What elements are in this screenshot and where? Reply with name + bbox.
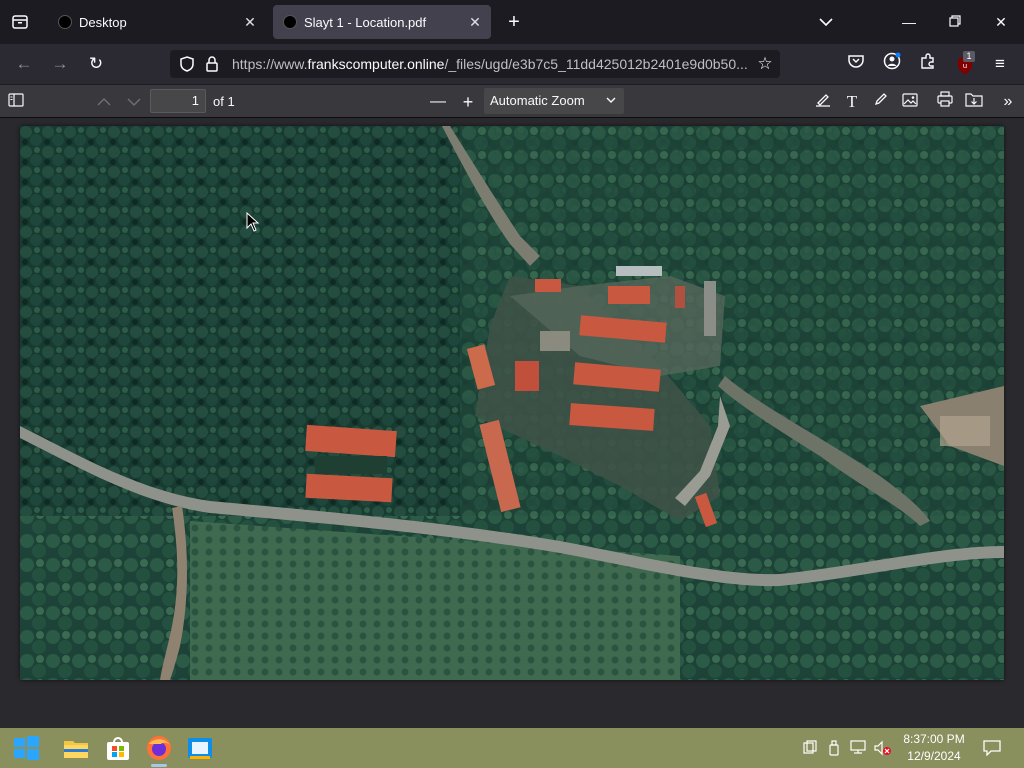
firefox-icon[interactable] [145,734,173,767]
print-icon[interactable] [933,90,957,114]
previous-page-button[interactable] [92,90,116,114]
svg-text:u: u [963,62,967,70]
ublock-extension-icon[interactable]: u 1 [954,51,976,76]
zoom-select-value: Automatic Zoom [490,93,585,108]
text-tool-icon[interactable]: T [840,90,864,114]
tracking-protection-shield-icon[interactable] [178,55,196,73]
pdf-favicon-icon [283,15,297,29]
mouse-cursor-icon [246,211,260,232]
aerial-photo-graphic [20,126,1004,680]
desktop-favicon-icon [58,15,72,29]
url-text[interactable]: https://www.frankscomputer.online/_files… [232,56,748,72]
forward-button[interactable]: → [48,52,72,76]
microsoft-store-icon[interactable] [104,734,132,762]
bookmark-star-icon[interactable]: ☆ [753,52,777,76]
tab-desktop[interactable]: Desktop ✕ [48,5,266,39]
sidebar-toggle-icon[interactable] [4,90,28,114]
clock-date: 12/9/2024 [907,749,961,763]
page-count-label: of 1 [213,94,235,109]
tab-list-icon[interactable] [10,12,30,32]
teamviewer-icon[interactable] [186,734,214,762]
close-window-button[interactable]: ✕ [987,8,1015,36]
new-tab-button[interactable]: + [500,8,528,36]
pocket-icon[interactable] [844,52,868,76]
next-page-button[interactable] [122,90,146,114]
pdf-page-aerial-map-image [20,126,1004,680]
extension-badge: 1 [963,51,975,62]
back-button[interactable]: ← [12,52,36,76]
extensions-puzzle-icon[interactable] [916,52,940,76]
clock-time: 8:37:00 PM [903,732,965,746]
url-domain: frankscomputer.online [307,56,445,72]
tab-title: Slayt 1 - Location.pdf [304,14,427,30]
zoom-in-button[interactable]: + [456,90,480,114]
minimize-button[interactable]: — [895,8,923,36]
network-icon[interactable] [850,740,866,756]
url-prefix: https://www. [232,56,308,72]
lock-icon[interactable] [204,55,220,73]
file-explorer-icon[interactable] [62,734,90,762]
windows-start-icon[interactable] [12,734,40,762]
pdf-viewer[interactable] [0,118,1024,728]
zoom-out-button[interactable]: — [426,90,450,114]
pdf-toolbar: 1 of 1 — + Automatic Zoom T » [0,84,1024,118]
page-number-input[interactable]: 1 [150,89,206,113]
windows-taskbar: 8:37:00 PM 12/9/2024 [0,728,1024,768]
chevron-down-icon [606,88,616,114]
save-download-icon[interactable] [962,90,986,114]
app-menu-hamburger-icon[interactable]: ≡ [988,52,1012,76]
image-tool-icon[interactable] [898,90,922,114]
url-path: /_files/ugd/e3b7c5_11dd425012b2401e9d0b5… [444,56,748,72]
url-bar[interactable]: https://www.frankscomputer.online/_files… [170,50,780,78]
zoom-select[interactable]: Automatic Zoom [484,88,624,114]
list-all-tabs-button[interactable] [812,8,840,36]
close-tab-icon[interactable]: ✕ [242,14,258,30]
active-app-indicator [151,764,167,767]
account-icon[interactable] [880,52,904,76]
volume-muted-icon[interactable] [874,740,891,756]
usb-device-icon[interactable] [826,740,842,756]
system-clock[interactable]: 8:37:00 PM 12/9/2024 [896,731,972,765]
notification-center-icon[interactable] [982,740,1002,757]
restore-button[interactable] [941,8,969,36]
task-view-icon[interactable] [802,740,818,756]
draw-tool-icon[interactable] [869,90,893,114]
close-tab-icon[interactable]: ✕ [467,14,483,30]
tab-title: Desktop [79,14,127,30]
highlight-tool-icon[interactable] [811,90,835,114]
navigation-toolbar: ← → ↻ https://www.frankscomputer.online/… [0,44,1024,84]
reload-button[interactable]: ↻ [84,52,108,76]
tab-strip: Desktop ✕ Slayt 1 - Location.pdf ✕ + — ✕ [0,0,1024,44]
tab-location-pdf[interactable]: Slayt 1 - Location.pdf ✕ [273,5,491,39]
tools-menu-chevron-icon[interactable]: » [996,90,1020,114]
